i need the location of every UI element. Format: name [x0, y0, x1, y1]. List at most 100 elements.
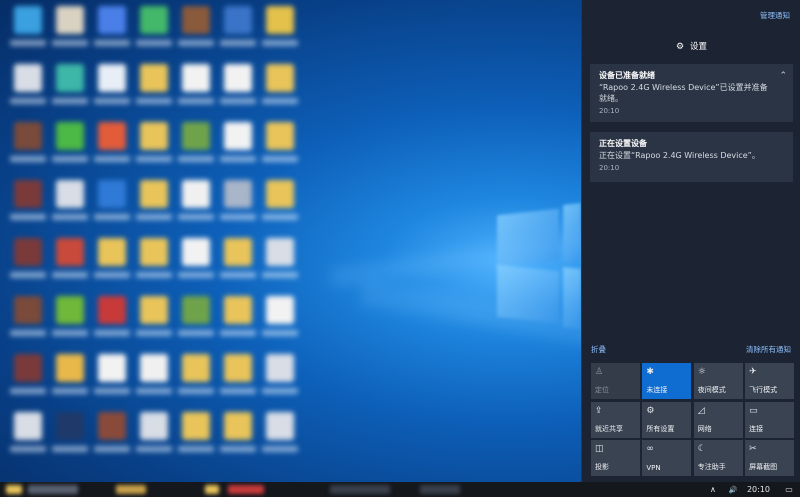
desktop-icon[interactable] — [6, 236, 50, 290]
desktop-icon[interactable] — [90, 294, 134, 348]
quick-action-tile[interactable]: ⚙ 所有设置 — [642, 401, 692, 438]
desktop-icon[interactable] — [48, 236, 92, 290]
desktop-icon[interactable] — [48, 294, 92, 348]
quick-action-tile[interactable]: ☼ 夜间模式 — [693, 363, 743, 399]
manage-notifications-link[interactable]: 管理通知 — [760, 10, 790, 21]
notification-card[interactable]: 设备已准备就绪 “Rapoo 2.4G Wireless Device”已设置并… — [590, 64, 793, 122]
taskbar-app-icon[interactable] — [420, 485, 460, 494]
quick-action-tile[interactable]: ♙ 定位 — [591, 363, 640, 399]
desktop-icon[interactable] — [6, 4, 50, 58]
desktop-icon[interactable] — [258, 410, 302, 464]
desktop-icon[interactable] — [132, 62, 176, 116]
desktop-icon[interactable] — [258, 62, 302, 116]
desktop-icon-label — [220, 446, 256, 452]
desktop-icon[interactable] — [216, 178, 260, 232]
quick-action-tile[interactable]: ✱ 未连接 — [642, 363, 692, 399]
desktop-icon[interactable] — [174, 62, 218, 116]
desktop-icon[interactable] — [90, 410, 134, 464]
desktop-icon[interactable] — [6, 178, 50, 232]
desktop-icon[interactable] — [48, 4, 92, 58]
taskbar-app-icon[interactable] — [228, 485, 264, 494]
desktop-icon[interactable] — [258, 352, 302, 406]
desktop-icon[interactable] — [90, 4, 134, 58]
desktop-icon[interactable] — [132, 352, 176, 406]
desktop-icon[interactable] — [174, 120, 218, 174]
chevron-up-icon[interactable]: ⌃ — [779, 71, 787, 81]
desktop-icon[interactable] — [216, 294, 260, 348]
desktop-icon[interactable] — [174, 410, 218, 464]
desktop-icon[interactable] — [6, 62, 50, 116]
notification-group-header: ⚙ 设置 — [582, 40, 800, 52]
desktop-icon[interactable] — [132, 236, 176, 290]
desktop-icon-glyph — [182, 180, 210, 208]
notification-center-icon[interactable]: ▭ — [778, 485, 800, 494]
desktop-icon[interactable] — [258, 236, 302, 290]
volume-icon[interactable]: 🔊 — [723, 486, 743, 494]
desktop-icon[interactable] — [132, 4, 176, 58]
quick-action-tile[interactable]: ◿ 网络 — [693, 401, 743, 438]
desktop-icon[interactable] — [174, 4, 218, 58]
taskbar-app-icon[interactable] — [205, 485, 219, 494]
desktop-icon-glyph — [182, 238, 210, 266]
collapse-link[interactable]: 折叠 — [591, 344, 606, 355]
desktop-icon[interactable] — [216, 352, 260, 406]
desktop-icon-glyph — [140, 64, 168, 92]
desktop-icon[interactable] — [90, 120, 134, 174]
quick-action-tile[interactable]: ✂ 屏幕截图 — [745, 440, 795, 476]
desktop-icon[interactable] — [174, 178, 218, 232]
desktop-icon[interactable] — [132, 120, 176, 174]
clear-all-notifications-link[interactable]: 清除所有通知 — [746, 344, 791, 355]
desktop-icon-glyph — [56, 412, 84, 440]
gear-icon: ⚙ — [675, 42, 685, 52]
desktop-icon[interactable] — [90, 236, 134, 290]
desktop-icon-label — [52, 272, 88, 278]
desktop-icon[interactable] — [48, 120, 92, 174]
desktop-icon[interactable] — [258, 178, 302, 232]
quick-action-tile[interactable]: ✈ 飞行模式 — [745, 363, 795, 399]
desktop-icon[interactable] — [216, 410, 260, 464]
taskbar-clock[interactable]: 20:10 — [743, 485, 778, 494]
desktop-icon[interactable] — [48, 410, 92, 464]
taskbar-app-icon[interactable] — [116, 485, 146, 494]
desktop-icon[interactable] — [48, 62, 92, 116]
quick-action-tile[interactable]: ◫ 投影 — [591, 440, 640, 476]
desktop-icon[interactable] — [216, 236, 260, 290]
desktop-icon-label — [136, 388, 172, 394]
notification-card[interactable]: 正在设置设备 正在设置“Rapoo 2.4G Wireless Device”。… — [590, 132, 793, 182]
desktop-icon-label — [178, 40, 214, 46]
desktop-icon[interactable] — [174, 294, 218, 348]
desktop-icon[interactable] — [6, 294, 50, 348]
nearby-share-icon: ⇪ — [595, 405, 603, 416]
quick-action-tile[interactable]: ☾ 专注助手 — [693, 440, 743, 476]
desktop-icon[interactable] — [6, 410, 50, 464]
desktop-icon[interactable] — [258, 120, 302, 174]
desktop-icon-glyph — [140, 354, 168, 382]
desktop-icon[interactable] — [132, 294, 176, 348]
desktop-icon[interactable] — [258, 4, 302, 58]
quick-action-tile[interactable]: ▭ 连接 — [745, 401, 795, 438]
desktop-icon[interactable] — [6, 352, 50, 406]
desktop-icon[interactable] — [174, 352, 218, 406]
desktop-icon[interactable] — [90, 178, 134, 232]
chevron-up-icon[interactable]: ∧ — [703, 485, 723, 494]
desktop-icon[interactable] — [48, 352, 92, 406]
desktop-icon[interactable] — [174, 236, 218, 290]
desktop-icon[interactable] — [48, 178, 92, 232]
desktop-icon-glyph — [266, 296, 294, 324]
desktop-icon-glyph — [266, 180, 294, 208]
desktop-icon[interactable] — [216, 4, 260, 58]
desktop-icon-glyph — [140, 122, 168, 150]
taskbar-app-icon[interactable] — [6, 485, 22, 494]
desktop-icon[interactable] — [90, 62, 134, 116]
taskbar-search[interactable] — [28, 485, 78, 494]
desktop-icon[interactable] — [6, 120, 50, 174]
desktop-icon[interactable] — [258, 294, 302, 348]
desktop-icon[interactable] — [216, 120, 260, 174]
desktop-icon[interactable] — [132, 410, 176, 464]
quick-action-tile[interactable]: ⇪ 就近共享 — [591, 401, 640, 438]
desktop-icon[interactable] — [132, 178, 176, 232]
desktop-icon[interactable] — [90, 352, 134, 406]
taskbar-app-icon[interactable] — [330, 485, 390, 494]
quick-action-tile[interactable]: ∞ VPN — [642, 440, 692, 476]
desktop-icon[interactable] — [216, 62, 260, 116]
